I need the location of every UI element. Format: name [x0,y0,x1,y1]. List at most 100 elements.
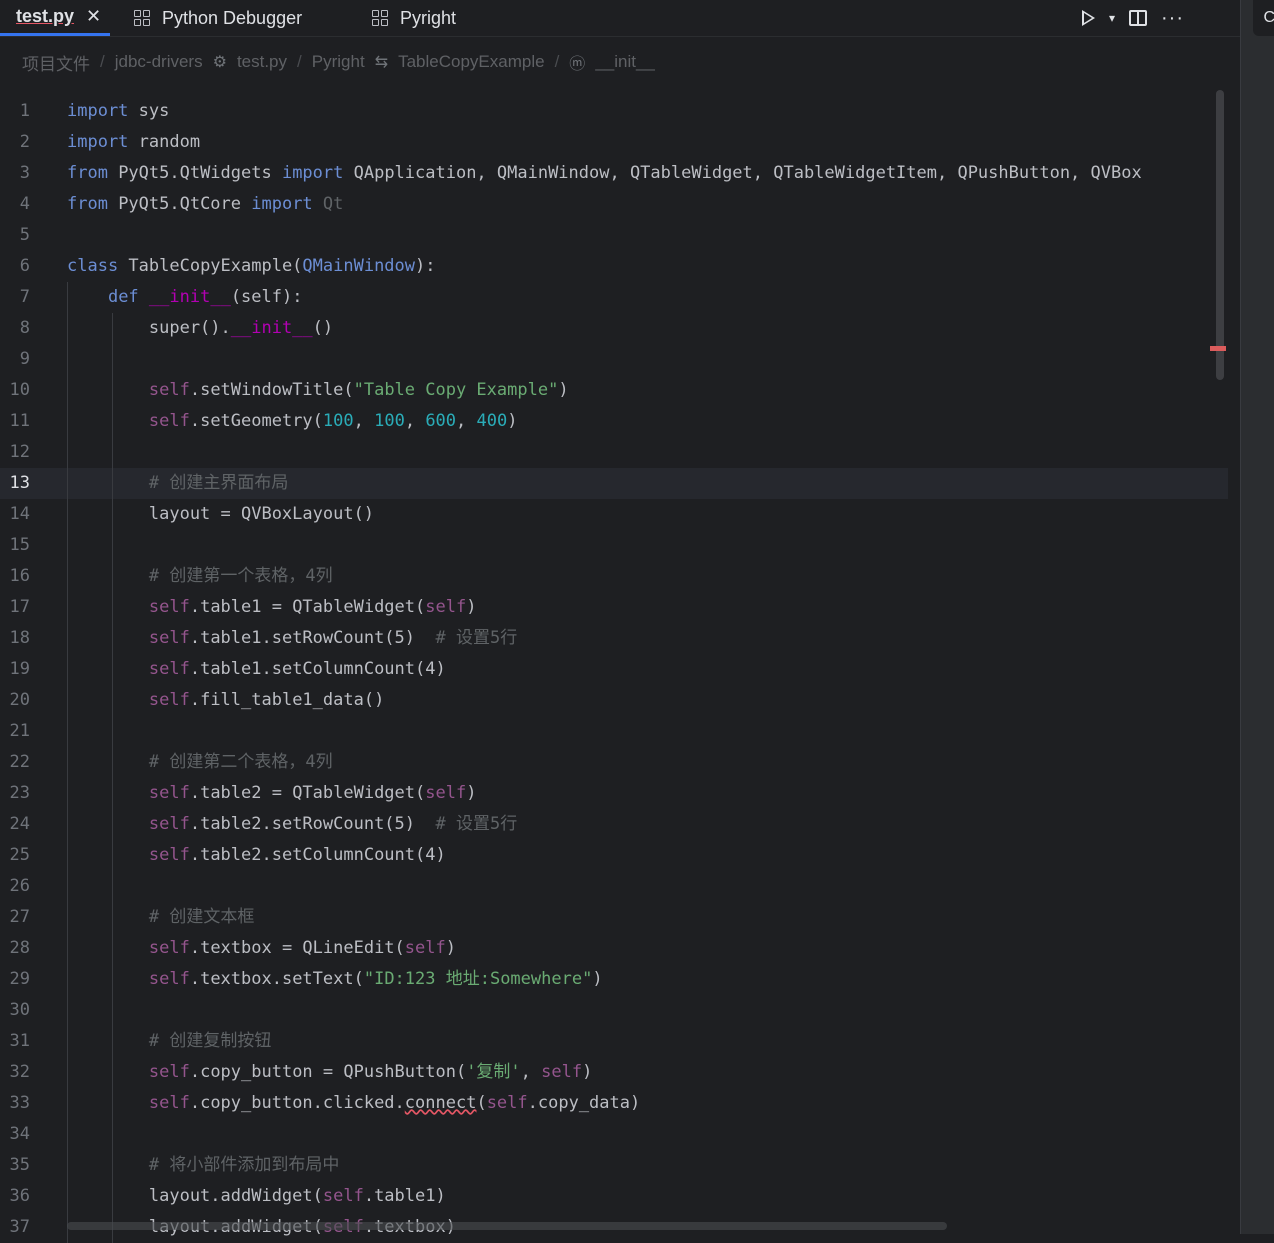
close-icon[interactable]: ✕ [86,6,101,27]
tab-python-debugger[interactable]: Python Debugger [134,0,302,36]
code-text[interactable]: self.setGeometry(100, 100, 600, 400) [67,406,518,437]
code-line[interactable]: 14 layout = QVBoxLayout() [0,499,1228,530]
code-text[interactable]: layout.addWidget(self.table1) [67,1181,446,1212]
code-line[interactable]: 35 # 将小部件添加到布局中 [0,1150,1228,1181]
code-line[interactable]: 5 [0,220,1228,251]
code-line[interactable]: 18 self.table1.setRowCount(5) # 设置5行 [0,623,1228,654]
more-actions-icon[interactable]: ··· [1161,7,1184,30]
code-line[interactable]: 16 # 创建第一个表格，4列 [0,561,1228,592]
code-text[interactable]: # 创建第二个表格，4列 [67,747,333,778]
code-line[interactable]: 22 # 创建第二个表格，4列 [0,747,1228,778]
code-text[interactable]: self.table2 = QTableWidget(self) [67,778,477,809]
breadcrumb-item[interactable]: jdbc-drivers [115,52,203,72]
horizontal-scrollbar[interactable] [67,1222,947,1230]
side-strip-button[interactable]: C [1253,0,1274,36]
line-number: 21 [9,721,30,741]
code-text[interactable]: # 创建主界面布局 [67,468,288,499]
code-text[interactable]: # 将小部件添加到布局中 [67,1150,339,1181]
code-line[interactable]: 10 self.setWindowTitle("Table Copy Examp… [0,375,1228,406]
line-number: 3 [19,163,30,183]
line-number: 36 [9,1186,30,1206]
code-line[interactable]: 27 # 创建文本框 [0,902,1228,933]
code-line[interactable]: 36 layout.addWidget(self.table1) [0,1181,1228,1212]
code-editor[interactable]: 1 import sys 2 import random 3 from PyQt5.QtW… [0,96,1230,1243]
code-text[interactable]: self.table1.setRowCount(5) # 设置5行 [67,623,517,654]
code-line[interactable]: 34 [0,1119,1228,1150]
code-text[interactable]: self.textbox = QLineEdit(self) [67,933,456,964]
tab-test-py[interactable]: test.py ✕ [0,0,110,36]
code-text[interactable]: self.setWindowTitle("Table Copy Example"… [67,375,569,406]
chevron-down-icon[interactable]: ▾ [1109,11,1115,25]
line-number: 18 [9,628,30,648]
code-line[interactable]: 2 import random [0,127,1228,158]
code-line[interactable]: 4 from PyQt5.QtCore import Qt [0,189,1228,220]
right-tool-strip: C [1240,0,1274,1234]
code-line[interactable]: 33 self.copy_button.clicked.connect(self… [0,1088,1228,1119]
code-text[interactable]: def __init__(self): [67,282,303,313]
code-line[interactable]: 19 self.table1.setColumnCount(4) [0,654,1228,685]
breadcrumb: 项目文件 / jdbc-drivers ⚙ test.py / Pyright … [22,48,655,76]
code-text[interactable]: # 创建复制按钮 [67,1026,271,1057]
code-text[interactable]: super().__init__() [67,313,333,344]
code-text[interactable]: self.fill_table1_data() [67,685,384,716]
run-icon[interactable] [1081,10,1095,26]
code-text[interactable]: # 创建第一个表格，4列 [67,561,333,592]
code-text[interactable]: class TableCopyExample(QMainWindow): [67,251,436,282]
code-text[interactable]: # 创建文本框 [67,902,254,933]
line-number: 24 [9,814,30,834]
split-editor-icon[interactable] [1129,10,1148,26]
editor-tab-bar: test.py ✕ Python Debugger Pyright ▾ ··· [0,0,1240,37]
code-text[interactable]: self.table2.setRowCount(5) # 设置5行 [67,809,517,840]
code-text[interactable]: from PyQt5.QtWidgets import QApplication… [67,158,1142,189]
breadcrumb-item[interactable]: TableCopyExample [398,52,544,72]
code-text[interactable]: layout = QVBoxLayout() [67,499,374,530]
code-line[interactable]: 26 [0,871,1228,902]
breadcrumb-item[interactable]: __init__ [595,52,655,72]
error-marker[interactable] [1210,346,1226,351]
code-text[interactable]: self.table1.setColumnCount(4) [67,654,446,685]
method-icon: ⓜ [569,56,586,73]
line-number: 13 [9,473,30,493]
code-line[interactable]: 6 class TableCopyExample(QMainWindow): [0,251,1228,282]
code-line[interactable]: 3 from PyQt5.QtWidgets import QApplicatio… [0,158,1228,189]
code-text[interactable]: self.table2.setColumnCount(4) [67,840,446,871]
code-text[interactable]: from PyQt5.QtCore import Qt [67,189,343,220]
code-line[interactable]: 20 self.fill_table1_data() [0,685,1228,716]
code-text[interactable]: self.copy_button = QPushButton('复制', sel… [67,1057,592,1088]
breadcrumb-item[interactable]: Pyright [312,52,365,72]
code-line[interactable]: 24 self.table2.setRowCount(5) # 设置5行 [0,809,1228,840]
code-line[interactable]: 30 [0,995,1228,1026]
line-number: 6 [19,256,30,276]
code-text[interactable]: self.textbox.setText("ID:123 地址:Somewher… [67,964,603,995]
code-line[interactable]: 31 # 创建复制按钮 [0,1026,1228,1057]
code-line[interactable]: 25 self.table2.setColumnCount(4) [0,840,1228,871]
breadcrumb-item[interactable]: 项目文件 [22,50,90,75]
code-line[interactable]: 8 super().__init__() [0,313,1228,344]
code-line[interactable]: 29 self.textbox.setText("ID:123 地址:Somew… [0,964,1228,995]
code-text[interactable]: self.copy_button.clicked.connect(self.co… [67,1088,640,1119]
code-line[interactable]: 13 # 创建主界面布局 [0,468,1228,499]
code-text[interactable]: self.table1 = QTableWidget(self) [67,592,477,623]
breadcrumb-separator: / [554,52,560,71]
code-line[interactable]: 15 [0,530,1228,561]
tab-label: test.py [16,6,75,26]
code-text[interactable]: import sys [67,96,169,127]
code-line[interactable]: 7 def __init__(self): [0,282,1228,313]
tab-pyright[interactable]: Pyright [372,0,456,36]
code-line[interactable]: 21 [0,716,1228,747]
code-line[interactable]: 32 self.copy_button = QPushButton('复制', … [0,1057,1228,1088]
code-text[interactable]: import random [67,127,200,158]
line-number: 17 [9,597,30,617]
breadcrumb-separator: / [297,52,302,71]
code-line[interactable]: 12 [0,437,1228,468]
plugin-grid-icon [134,10,150,26]
code-line[interactable]: 23 self.table2 = QTableWidget(self) [0,778,1228,809]
code-line[interactable]: 1 import sys [0,96,1228,127]
breadcrumb-item[interactable]: test.py [237,52,287,72]
code-line[interactable]: 11 self.setGeometry(100, 100, 600, 400) [0,406,1228,437]
code-line[interactable]: 9 [0,344,1228,375]
code-line[interactable]: 17 self.table1 = QTableWidget(self) [0,592,1228,623]
line-number: 5 [19,225,30,245]
code-line[interactable]: 28 self.textbox = QLineEdit(self) [0,933,1228,964]
vertical-scrollbar[interactable] [1216,90,1224,380]
